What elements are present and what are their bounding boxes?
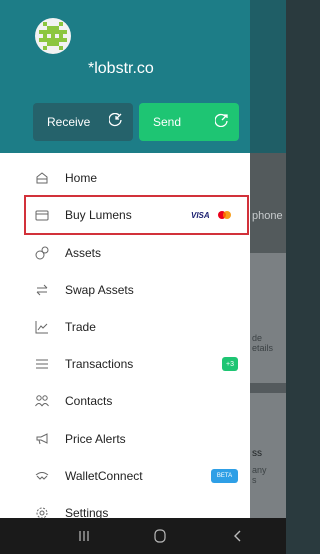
menu-item-label: WalletConnect	[65, 469, 143, 483]
send-arrow-icon	[215, 113, 228, 127]
background-card	[250, 253, 286, 383]
home-icon	[36, 172, 48, 184]
background-text: ss	[252, 448, 262, 459]
send-label: Send	[153, 115, 182, 129]
background-text: de	[252, 333, 263, 343]
contacts-icon	[35, 395, 49, 407]
walletconnect-icon	[35, 472, 49, 480]
megaphone-icon	[36, 433, 48, 445]
menu-item-label: Swap Assets	[65, 283, 134, 297]
menu-item-home[interactable]: Home	[0, 160, 250, 196]
beta-badge: BETA	[211, 469, 238, 483]
menu-item-trade[interactable]: Trade	[0, 309, 250, 345]
federation-address: *lobstr.co	[88, 60, 154, 77]
menu-item-walletconnect[interactable]: WalletConnect BETA	[0, 458, 250, 494]
menu-item-label: Home	[65, 171, 98, 185]
menu-item-label: Transactions	[65, 357, 134, 371]
background-text: s	[252, 475, 257, 485]
list-icon	[36, 359, 48, 369]
menu-item-swap-assets[interactable]: Swap Assets	[0, 272, 250, 308]
home-button-icon[interactable]	[152, 528, 168, 544]
menu-item-label: Price Alerts	[65, 432, 126, 446]
back-icon[interactable]	[230, 528, 246, 544]
send-button[interactable]: Send	[139, 103, 239, 141]
menu-item-assets[interactable]: Assets	[0, 235, 250, 271]
assets-icon	[35, 246, 49, 260]
background-header	[250, 0, 286, 153]
background-text: any	[252, 465, 267, 475]
drawer-header: *lobstr.co Receive Send	[0, 0, 250, 153]
trade-icon	[35, 321, 48, 334]
receive-arrow-icon	[109, 113, 122, 127]
avatar[interactable]	[35, 18, 71, 54]
menu-item-label: Settings	[65, 506, 109, 518]
menu-item-price-alerts[interactable]: Price Alerts	[0, 421, 250, 457]
swap-icon	[36, 284, 48, 296]
menu-item-label: Contacts	[65, 394, 113, 408]
transactions-badge: +3	[222, 357, 238, 371]
menu-item-settings[interactable]: Settings	[0, 495, 250, 518]
receive-button[interactable]: Receive	[33, 103, 133, 141]
recents-icon[interactable]	[76, 528, 92, 544]
background-text: phone	[252, 210, 283, 222]
menu-item-transactions[interactable]: Transactions +3	[0, 346, 250, 382]
menu-item-label: Trade	[65, 320, 96, 334]
highlight-box	[24, 195, 249, 235]
background-section	[250, 153, 286, 253]
navigation-drawer: *lobstr.co Receive Send Home Buy Lumens …	[0, 0, 250, 518]
menu-item-contacts[interactable]: Contacts	[0, 383, 250, 419]
system-navigation-bar	[0, 518, 286, 554]
menu-item-label: Assets	[65, 246, 102, 260]
background-text: etails	[252, 343, 274, 353]
pixel-avatar-icon	[39, 22, 67, 50]
gear-icon	[36, 507, 48, 518]
receive-label: Receive	[47, 115, 91, 129]
